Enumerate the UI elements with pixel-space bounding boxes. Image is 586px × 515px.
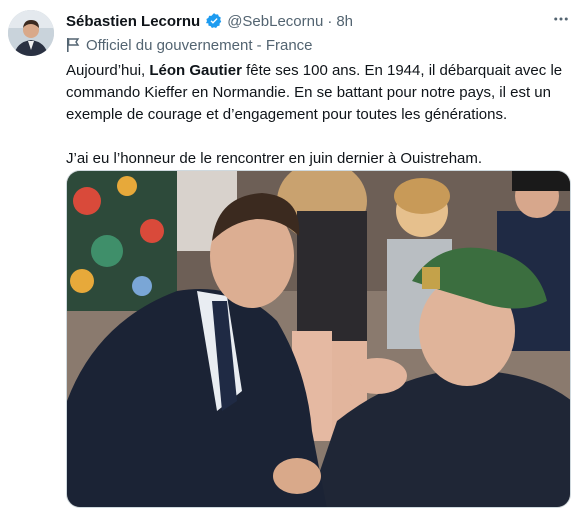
tweet-header: Sébastien Lecornu @SebLecornu · 8h: [66, 10, 574, 32]
avatar[interactable]: [8, 10, 54, 56]
bold-name: Léon Gautier: [149, 62, 242, 79]
avatar-image: [8, 10, 54, 56]
more-horizontal-icon[interactable]: [550, 8, 572, 30]
author-handle[interactable]: @SebLecornu: [227, 13, 323, 30]
tweet-text: Aujourd’hui, Léon Gautier fête ses 100 a…: [66, 60, 571, 170]
verified-badge-icon: [205, 12, 223, 30]
official-label-text: Officiel du gouvernement - France: [86, 36, 313, 54]
author-name[interactable]: Sébastien Lecornu: [66, 13, 200, 30]
tweet: Sébastien Lecornu @SebLecornu · 8h Offic…: [0, 0, 586, 515]
official-label: Officiel du gouvernement - France: [66, 35, 313, 55]
photo-illustration: [67, 171, 570, 507]
tweet-paragraph-2: J’ai eu l’honneur de le rencontrer en ju…: [66, 150, 483, 167]
separator-dot: ·: [327, 12, 333, 30]
tweet-paragraph-1: Aujourd’hui, Léon Gautier fête ses 100 a…: [66, 60, 571, 126]
timestamp[interactable]: 8h: [336, 13, 353, 30]
text-part-1: Aujourd’hui,: [66, 62, 150, 79]
flag-icon: [66, 37, 80, 53]
tweet-photo[interactable]: [66, 170, 571, 508]
